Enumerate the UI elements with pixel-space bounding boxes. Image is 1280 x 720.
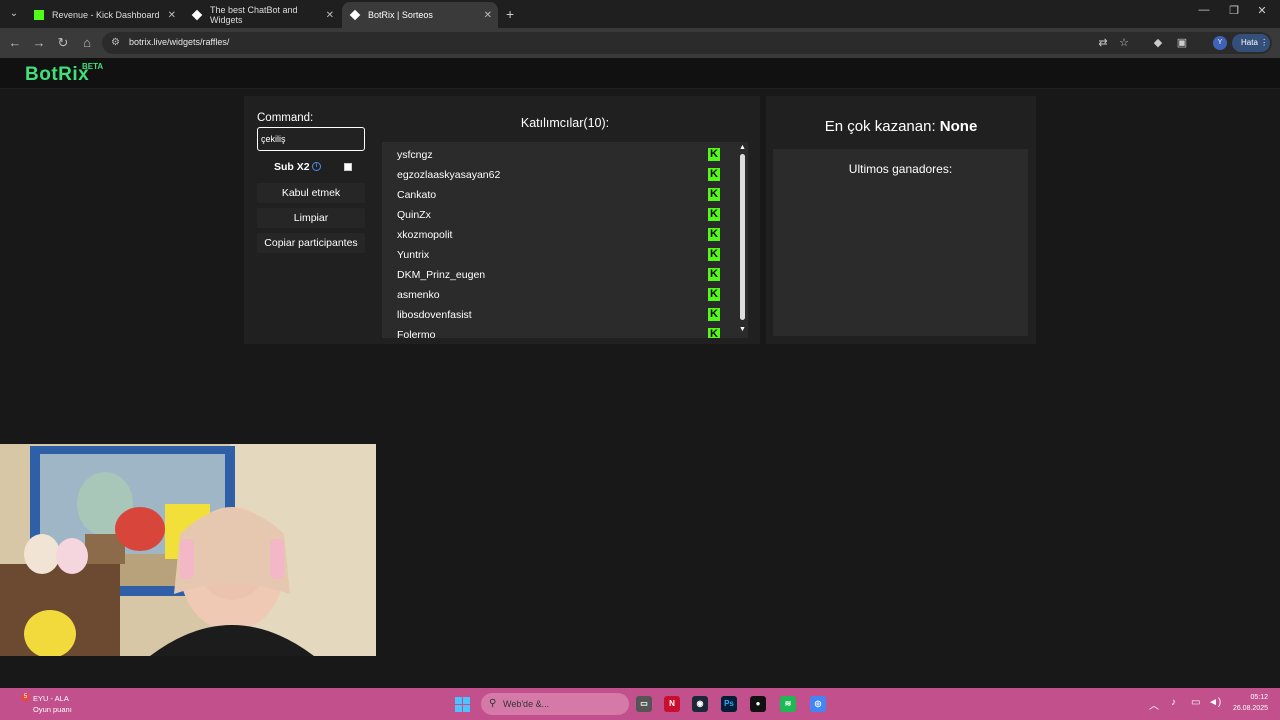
kick-icon: K xyxy=(708,288,720,301)
list-item: QuinZx xyxy=(397,209,431,221)
task-view-icon[interactable]: ▭ xyxy=(636,696,652,712)
webcam-overlay xyxy=(0,444,376,656)
recent-winners-label: Ultimos ganadores: xyxy=(848,162,953,176)
sub-x2-label: Sub X2 xyxy=(274,161,310,173)
volume-icon[interactable]: ◄) xyxy=(1208,697,1221,708)
obs-icon[interactable]: ● xyxy=(750,696,766,712)
command-label: Command: xyxy=(257,112,314,124)
notification-badge-icon[interactable]: 5 xyxy=(21,693,30,702)
tab-strip: ⌄ Revenue - Kick Dashboard ✕ The best Ch… xyxy=(0,0,1280,28)
botrix-icon xyxy=(191,9,203,21)
netflix-icon[interactable]: N xyxy=(664,696,680,712)
botrix-logo[interactable]: BotRix xyxy=(25,64,89,86)
taskbar-search[interactable]: ⚲ Web'de &... xyxy=(481,693,629,715)
accept-button[interactable]: Kabul etmek xyxy=(257,183,365,203)
winners-panel: En çok kazanan: None Ultimos ganadores: xyxy=(766,96,1036,344)
kick-icon: K xyxy=(708,228,720,241)
site-header: BotRix BETA xyxy=(0,58,1280,89)
close-icon[interactable]: ✕ xyxy=(168,10,176,21)
new-tab-plus-icon[interactable]: + xyxy=(506,6,514,22)
participants-title: Katılımcılar(10): xyxy=(520,116,610,130)
spotify-icon[interactable]: ≋ xyxy=(780,696,796,712)
url-field[interactable]: ⚙ botrix.live/widgets/raffles/ ⇄ ☆ ◆ ▣ Y… xyxy=(102,32,1272,54)
search-icon: ⚲ xyxy=(489,698,497,709)
extension-diamond-icon[interactable]: ◆ xyxy=(1151,37,1165,49)
restore-icon[interactable]: ❐ xyxy=(1224,4,1244,17)
game-title: EYU - ALA xyxy=(33,694,69,703)
extensions-puzzle-icon[interactable]: ▣ xyxy=(1175,37,1189,49)
top-winner-heading: En çok kazanan: None xyxy=(824,118,978,135)
raffle-panel: Command: Sub X2 i Kabul etmek Limpiar Co… xyxy=(244,96,760,344)
tray-chevron-icon[interactable]: ︿ xyxy=(1149,697,1159,712)
list-item: libosdovenfasist xyxy=(397,309,472,321)
game-subtitle: Oyun puanı xyxy=(33,705,72,714)
photoshop-icon[interactable]: Ps xyxy=(721,696,737,712)
kick-icon xyxy=(34,10,44,20)
list-item: ysfcngz xyxy=(397,149,433,161)
scroll-up-arrow-icon[interactable]: ▲ xyxy=(739,144,746,151)
site-settings-icon[interactable]: ⚙ xyxy=(111,37,123,49)
chrome-icon[interactable]: ◎ xyxy=(810,696,826,712)
steam-icon[interactable]: ◉ xyxy=(692,696,708,712)
microphone-icon[interactable]: ♪ xyxy=(1171,697,1176,708)
kick-icon: K xyxy=(708,328,720,338)
tab-botrix-sorteos[interactable]: BotRix | Sorteos ✕ xyxy=(342,2,498,28)
sub-x2-checkbox[interactable] xyxy=(344,163,352,171)
list-item: asmenko xyxy=(397,289,440,301)
list-item: Cankato xyxy=(397,189,437,201)
top-winner-value: None xyxy=(939,118,978,135)
display-icon[interactable]: ▭ xyxy=(1191,697,1200,708)
copy-participants-button[interactable]: Copiar participantes xyxy=(257,233,365,253)
beta-badge: BETA xyxy=(82,62,104,71)
list-item: DKM_Prinz_eugen xyxy=(397,269,486,281)
address-bar: ← → ↻ ⌂ ⚙ botrix.live/widgets/raffles/ ⇄… xyxy=(0,28,1280,58)
kick-icon: K xyxy=(708,308,720,321)
reload-icon[interactable]: ↻ xyxy=(55,35,71,51)
system-clock[interactable]: 05:12 26.08.2025 xyxy=(1228,692,1268,714)
windows-taskbar: 5 EYU - ALA Oyun puanı ⚲ Web'de &... ▭ N… xyxy=(0,688,1280,720)
minimize-icon[interactable]: — xyxy=(1194,4,1214,16)
profile-avatar[interactable]: Y xyxy=(1213,36,1227,50)
home-icon[interactable]: ⌂ xyxy=(79,35,95,51)
tab-botrix-home[interactable]: The best ChatBot and Widgets ✕ xyxy=(184,2,340,28)
window-close-icon[interactable]: ✕ xyxy=(1252,4,1272,17)
clear-button[interactable]: Limpiar xyxy=(257,208,365,228)
tab-kick-dashboard[interactable]: Revenue - Kick Dashboard ✕ xyxy=(26,2,182,28)
info-icon[interactable]: i xyxy=(312,162,321,171)
bookmark-star-icon[interactable]: ☆ xyxy=(1117,37,1131,49)
close-icon[interactable]: ✕ xyxy=(484,10,492,21)
close-icon[interactable]: ✕ xyxy=(326,10,334,21)
participants-list[interactable]: ysfcngz K egzozlaaskyasayan62 K Cankato … xyxy=(382,142,748,338)
list-item: Yuntrix xyxy=(397,249,430,261)
windows-start-icon[interactable] xyxy=(455,697,470,712)
translate-icon[interactable]: ⇄ xyxy=(1096,37,1110,49)
kick-icon: K xyxy=(708,268,720,281)
kick-icon: K xyxy=(708,208,720,221)
command-input[interactable] xyxy=(257,127,365,151)
list-item: xkozmopolit xyxy=(397,229,453,241)
kick-icon: K xyxy=(708,148,720,161)
kick-icon: K xyxy=(708,248,720,261)
scroll-thumb[interactable] xyxy=(740,154,745,320)
recent-winners-box: Ultimos ganadores: xyxy=(773,149,1028,336)
forward-arrow-icon[interactable]: → xyxy=(31,35,47,51)
error-button[interactable]: Hata ⋮ xyxy=(1232,34,1270,52)
list-item: egzozlaaskyasayan62 xyxy=(397,169,501,181)
back-arrow-icon[interactable]: ← xyxy=(7,35,23,51)
tab-search-chevron-icon[interactable]: ⌄ xyxy=(6,6,22,22)
botrix-icon xyxy=(349,9,361,21)
kick-icon: K xyxy=(708,188,720,201)
kick-icon: K xyxy=(708,168,720,181)
scroll-down-arrow-icon[interactable]: ▼ xyxy=(739,326,746,333)
webcam-image xyxy=(0,444,376,656)
participants-scrollbar[interactable]: ▲ ▼ xyxy=(738,142,748,338)
list-item: Folermo xyxy=(397,329,436,338)
